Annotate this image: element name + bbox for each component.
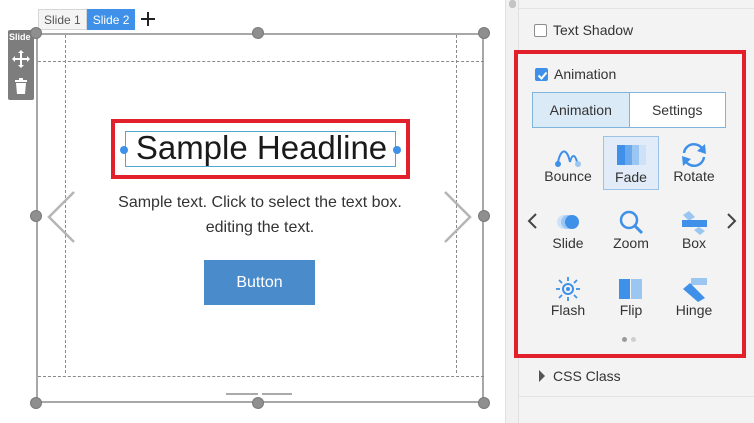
- animation-highlight: Animation Animation Settings Bounce Fade…: [514, 50, 746, 358]
- effect-bounce[interactable]: Bounce: [540, 136, 596, 190]
- bottom-drag-bar[interactable]: [226, 393, 258, 395]
- trash-icon[interactable]: [14, 78, 28, 94]
- chevron-right-icon[interactable]: [443, 190, 473, 244]
- effect-fade[interactable]: Fade: [603, 136, 659, 190]
- chevron-left-icon[interactable]: [46, 190, 76, 244]
- effect-label: Bounce: [544, 168, 592, 184]
- effect-label: Hinge: [675, 302, 713, 318]
- slide-editor-canvas[interactable]: Slide 1 Slide 2 Slide Sample Headline Sa…: [0, 0, 505, 423]
- bottom-drag-bar[interactable]: [262, 393, 292, 395]
- effect-label: Rotate: [673, 168, 715, 184]
- slide-tabs: Slide 1 Slide 2: [38, 9, 159, 30]
- css-class-row[interactable]: CSS Class: [519, 362, 754, 392]
- tab-slide-2[interactable]: Slide 2: [86, 9, 136, 30]
- effect-hinge[interactable]: Hinge: [666, 270, 722, 324]
- guide-line: [38, 376, 484, 377]
- resize-handle-left[interactable]: [30, 210, 42, 222]
- effect-label: Fade: [615, 169, 647, 185]
- zoom-icon: [619, 210, 644, 235]
- animation-section: Animation Animation Settings Bounce Fade…: [518, 54, 742, 354]
- headline-text[interactable]: Sample Headline: [126, 129, 397, 167]
- body-text[interactable]: Sample text. Click to select the text bo…: [80, 190, 440, 240]
- text-resize-handle-right[interactable]: [393, 146, 401, 154]
- effect-label: Slide: [552, 235, 584, 251]
- text-shadow-label: Text Shadow: [553, 22, 634, 38]
- text-shadow-checkbox[interactable]: [534, 24, 547, 37]
- effect-label: Box: [681, 235, 707, 251]
- tab-settings[interactable]: Settings: [629, 93, 725, 127]
- animation-checkbox[interactable]: [535, 68, 548, 81]
- panel-divider: [519, 396, 754, 397]
- panel-divider: [519, 8, 754, 9]
- effect-zoom[interactable]: Zoom: [603, 203, 659, 257]
- slide-button[interactable]: Button: [204, 260, 315, 305]
- box-icon: [682, 211, 707, 235]
- hinge-icon: [683, 278, 707, 302]
- properties-panel: Text Shadow Animation Animation Settings…: [514, 0, 754, 423]
- effect-flip[interactable]: Flip: [603, 270, 659, 324]
- effect-box[interactable]: Box: [666, 203, 722, 257]
- chevron-left-icon[interactable]: [526, 212, 538, 230]
- caret-right-icon: [539, 370, 545, 382]
- resize-handle-bottom-right[interactable]: [478, 397, 490, 409]
- effect-label: Flip: [619, 302, 643, 318]
- text-shadow-row[interactable]: Text Shadow: [519, 14, 754, 46]
- page-dot[interactable]: [622, 337, 627, 342]
- tab-slide-1[interactable]: Slide 1: [38, 9, 87, 30]
- guide-line: [38, 61, 484, 62]
- effect-label: Zoom: [613, 235, 649, 251]
- chevron-right-icon[interactable]: [726, 212, 738, 230]
- slide-toolbar-label: Slide: [9, 32, 31, 42]
- effect-label: Flash: [550, 302, 586, 318]
- animation-label: Animation: [554, 66, 617, 82]
- resize-handle-bottom[interactable]: [252, 397, 264, 409]
- effect-slide[interactable]: Slide: [540, 203, 596, 257]
- tab-animation[interactable]: Animation: [533, 93, 630, 127]
- resize-handle-right[interactable]: [478, 210, 490, 222]
- bounce-icon: [555, 150, 581, 167]
- resize-handle-top[interactable]: [252, 27, 264, 39]
- resize-handle-top-left[interactable]: [30, 27, 42, 39]
- animation-tabs: Animation Settings: [532, 92, 726, 128]
- flash-icon: [556, 277, 580, 301]
- fade-icon: [617, 145, 646, 165]
- resize-handle-bottom-left[interactable]: [30, 397, 42, 409]
- text-resize-handle-left[interactable]: [120, 146, 128, 154]
- plus-icon[interactable]: [137, 9, 159, 30]
- move-icon[interactable]: [12, 50, 30, 68]
- page-dot[interactable]: [631, 337, 636, 342]
- slide-toolbar: Slide: [8, 30, 34, 100]
- headline-text-box[interactable]: Sample Headline: [120, 129, 401, 167]
- flip-icon: [619, 279, 642, 299]
- headline-highlight: Sample Headline: [111, 119, 410, 179]
- slide-icon: [557, 215, 579, 229]
- effect-flash[interactable]: Flash: [540, 270, 596, 324]
- scrollbar-thumb[interactable]: [509, 0, 516, 8]
- css-class-label: CSS Class: [553, 368, 621, 384]
- body-text-line: editing the text.: [205, 219, 315, 236]
- page-indicator: [622, 337, 636, 343]
- rotate-icon: [682, 143, 706, 167]
- resize-handle-top-right[interactable]: [478, 27, 490, 39]
- effect-rotate[interactable]: Rotate: [666, 136, 722, 190]
- body-text-line: Sample text. Click to select the text bo…: [118, 194, 402, 211]
